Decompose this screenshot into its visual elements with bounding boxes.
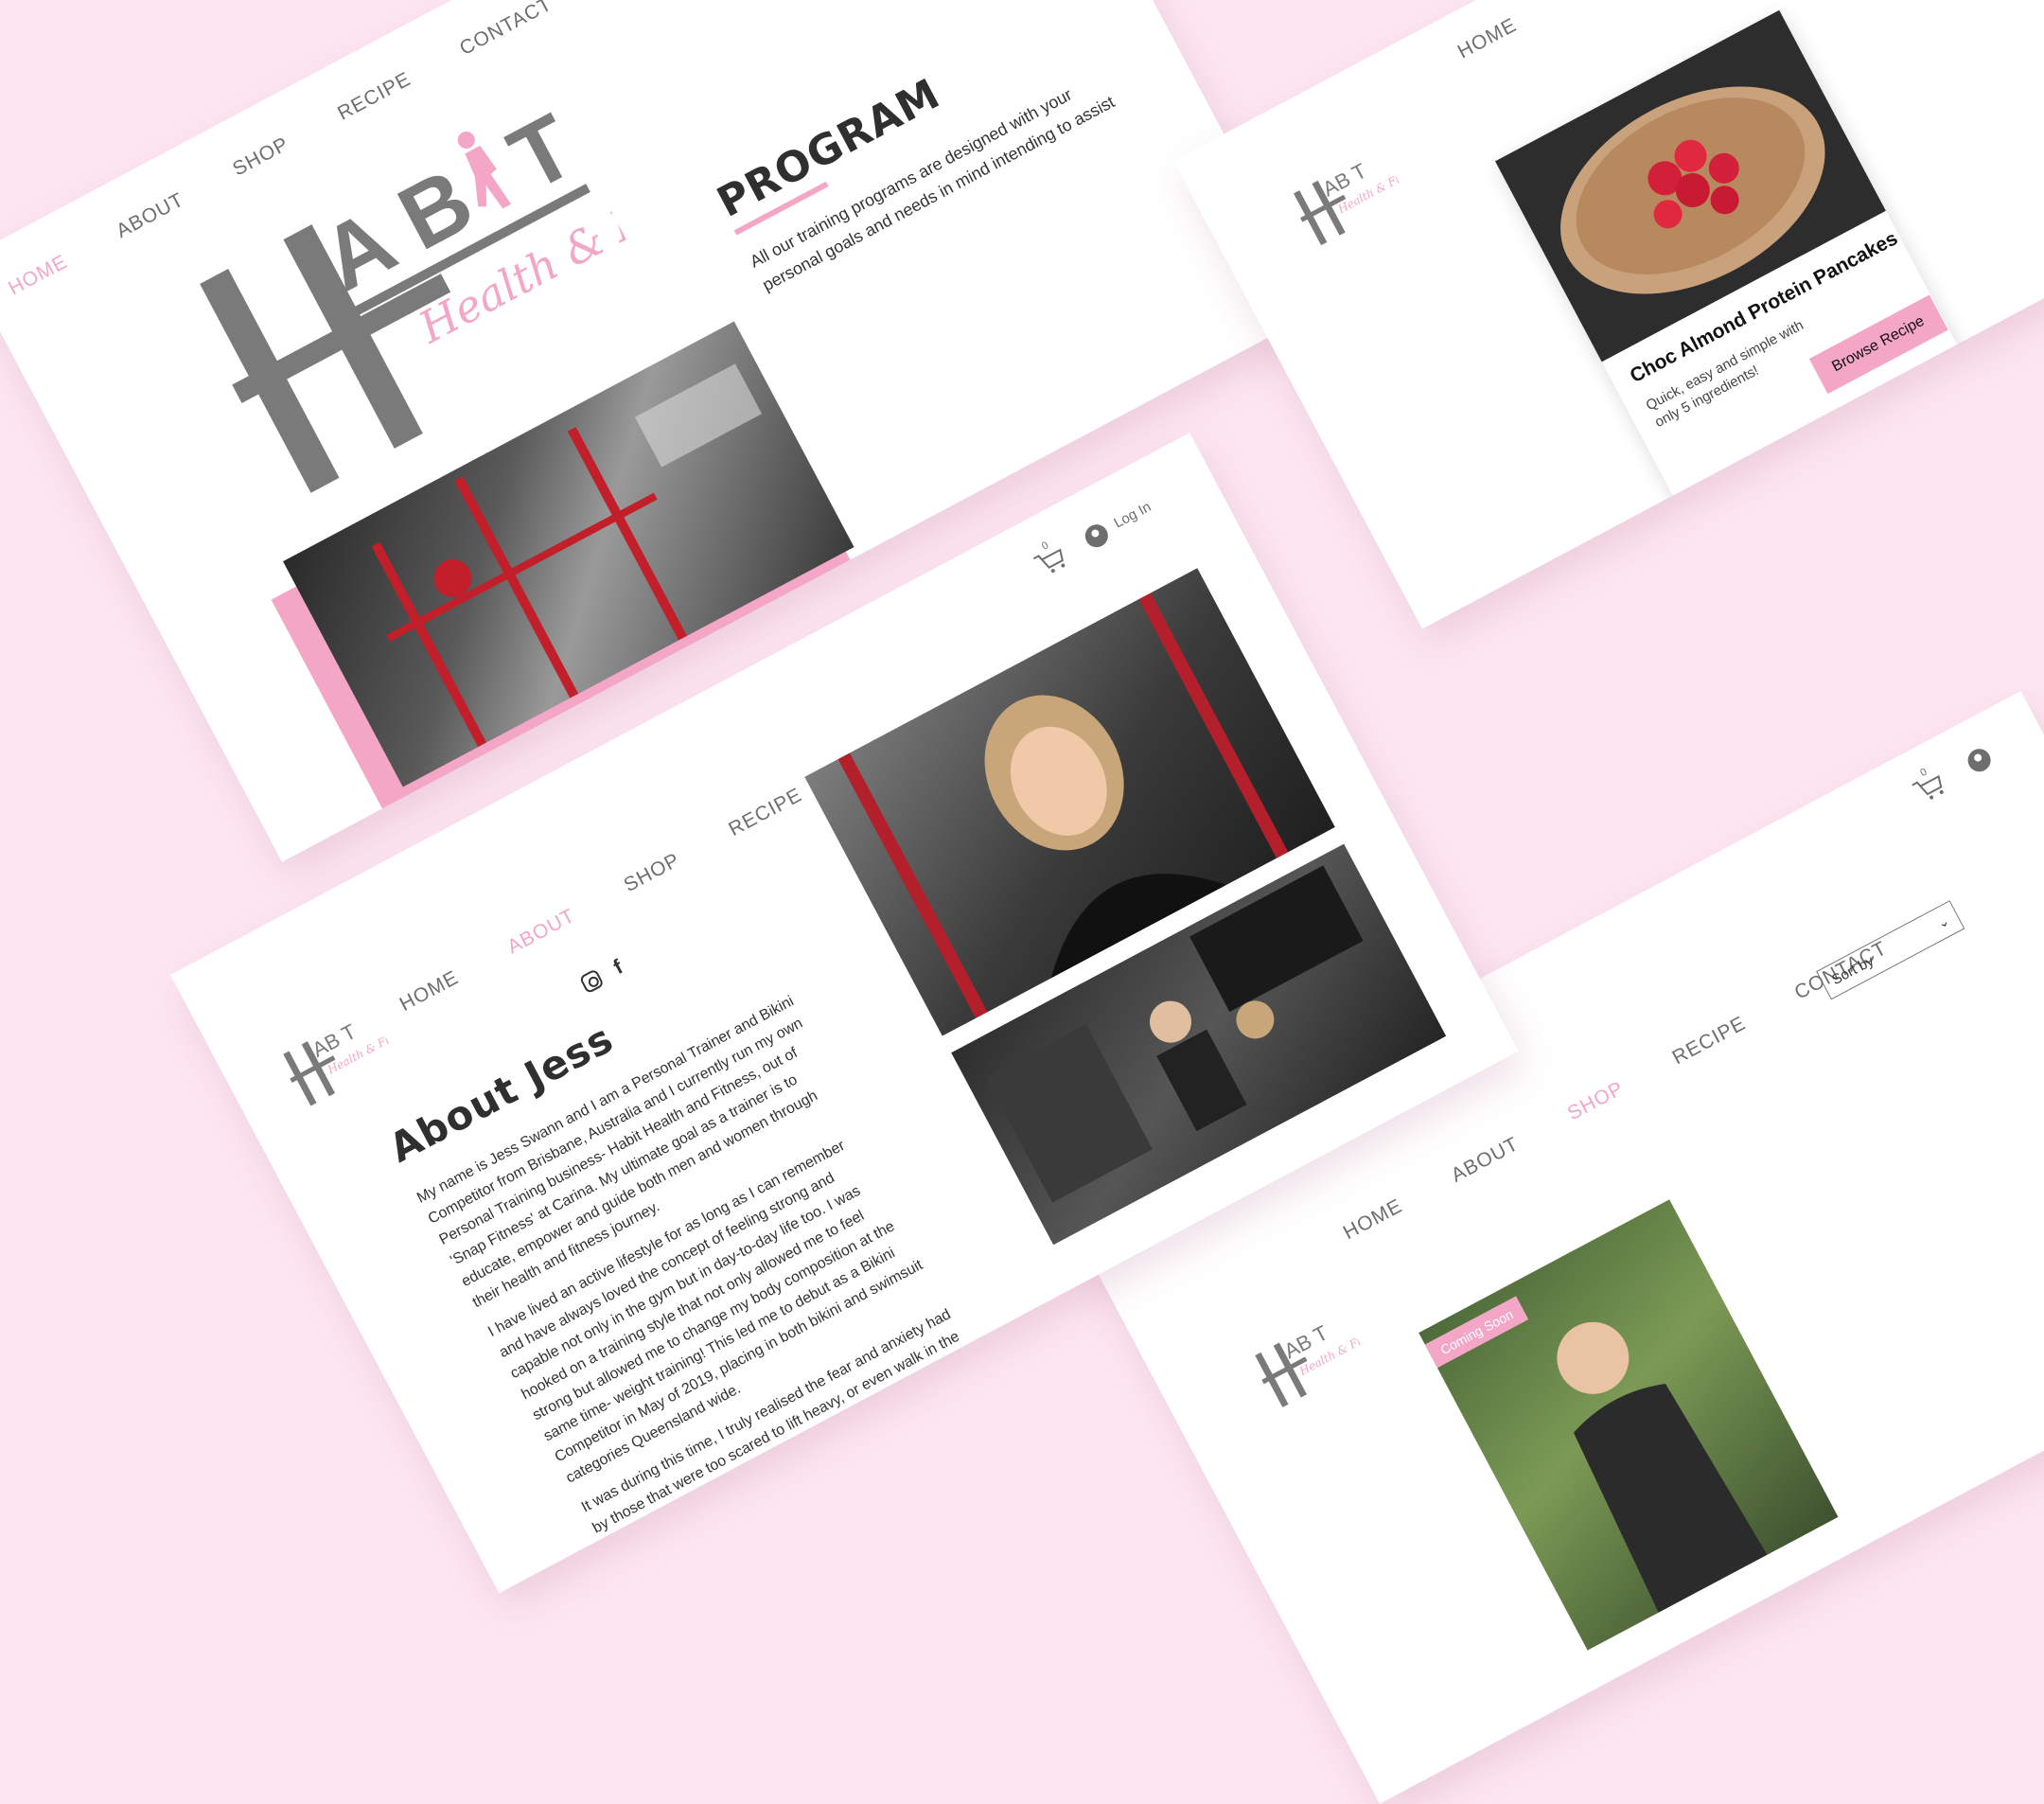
instagram-icon[interactable]: [578, 968, 605, 995]
habit-logo-small[interactable]: AB T Health & Fitness: [273, 999, 418, 1120]
pancake-graphic: [1560, 86, 1825, 294]
nav-about[interactable]: ABOUT: [113, 188, 188, 243]
user-avatar-icon[interactable]: [1081, 520, 1113, 552]
recipe-page-card: HOME AB T Health & Fitness Choc Almond P…: [1173, 0, 2044, 629]
cart-icon[interactable]: 0: [1909, 767, 1952, 810]
nav-recipe[interactable]: RECIPE: [334, 68, 415, 126]
habit-logo-small-graphic: AB T Health & Fitness: [1255, 1320, 1390, 1407]
recipe-tile[interactable]: Choc Almond Protein Pancakes Quick, easy…: [1494, 9, 1966, 513]
cart-icon[interactable]: 0: [1031, 539, 1074, 584]
browse-recipe-button[interactable]: Browse Recipe: [1808, 294, 1948, 395]
product-model-graphic: [1557, 1321, 1768, 1613]
nav-contact[interactable]: CONTACT: [456, 0, 556, 61]
sort-by-dropdown[interactable]: Sort by ⌄: [1816, 900, 1965, 1000]
nav-shop[interactable]: SHOP: [229, 133, 292, 181]
cart-icon-graphic: [1032, 548, 1066, 574]
habit-logo-small-graphic: AB T Health & Fitness: [1294, 158, 1429, 246]
sort-by-label: Sort by: [1828, 952, 1877, 988]
user-avatar-icon[interactable]: [1964, 744, 1995, 776]
product-photo[interactable]: Coming Soon: [1418, 1199, 1839, 1651]
cart-icon-graphic: [1912, 774, 1944, 800]
nav-home[interactable]: HOME: [1454, 14, 1521, 64]
mockup-stage: HOME ABOUT SHOP RECIPE CONTACT A B T Hea…: [0, 0, 2044, 1804]
chevron-down-icon: ⌄: [1934, 911, 1952, 931]
recipe-nav: HOME: [1454, 14, 1521, 64]
nav-home[interactable]: HOME: [5, 251, 71, 301]
nav-shop[interactable]: SHOP: [620, 849, 683, 897]
nav-recipe[interactable]: RECIPE: [725, 784, 806, 841]
facebook-icon[interactable]: f: [609, 955, 626, 980]
nav-about[interactable]: ABOUT: [1448, 1133, 1524, 1188]
pancake-photo: [1494, 9, 1886, 363]
login-link[interactable]: Log In: [1111, 499, 1154, 532]
nav-about[interactable]: ABOUT: [503, 905, 579, 960]
nav-home[interactable]: HOME: [1340, 1194, 1406, 1245]
social-icons: f: [578, 955, 626, 995]
nav-home[interactable]: HOME: [396, 966, 463, 1017]
habit-logo-small[interactable]: AB T Health & Fitness: [1245, 1300, 1390, 1421]
nav-shop[interactable]: SHOP: [1564, 1077, 1628, 1125]
habit-logo-small-graphic: AB T Health & Fitness: [283, 1019, 418, 1106]
nav-recipe[interactable]: RECIPE: [1669, 1012, 1751, 1070]
habit-logo-small[interactable]: AB T Health & Fitness: [1284, 139, 1429, 259]
